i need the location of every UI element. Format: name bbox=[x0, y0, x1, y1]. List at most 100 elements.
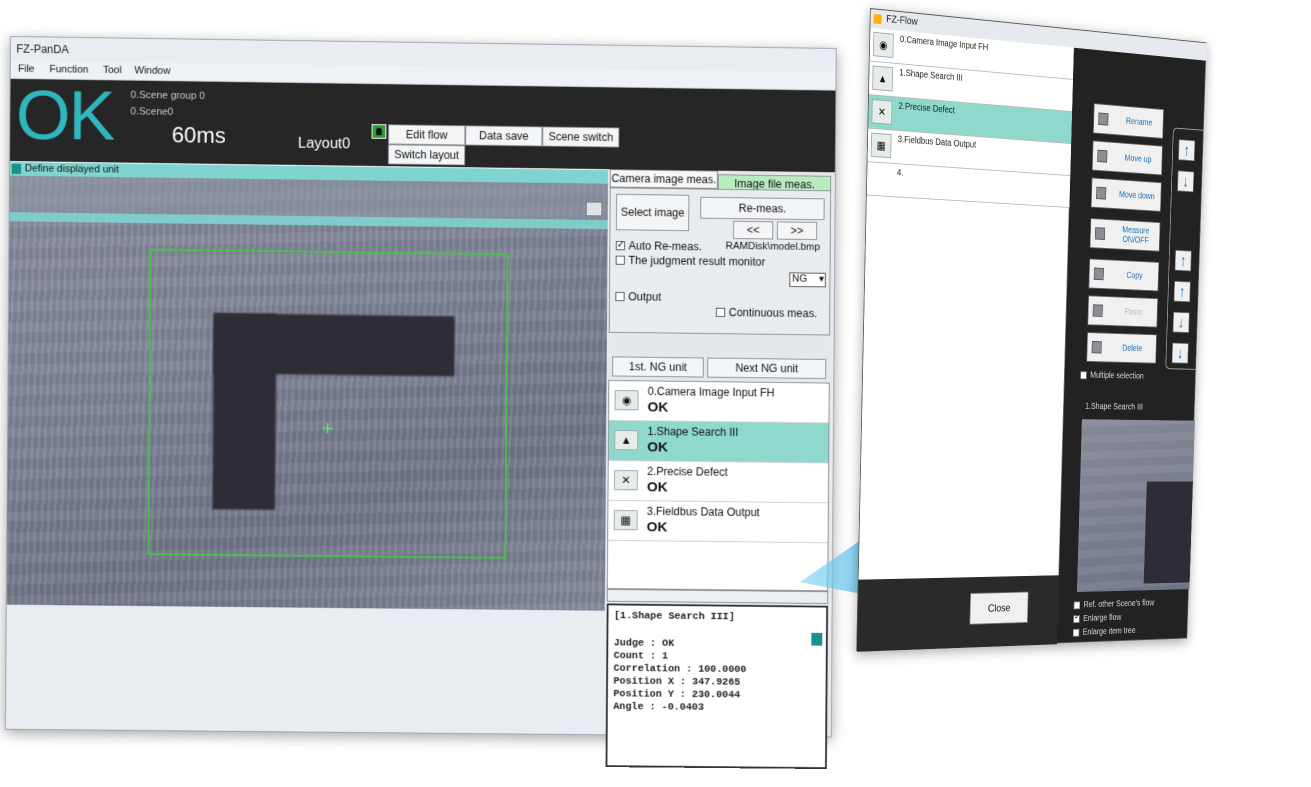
defect-icon: ✕ bbox=[613, 470, 638, 491]
close-button[interactable]: Close bbox=[969, 591, 1029, 625]
menu-file[interactable]: File bbox=[18, 64, 34, 75]
fieldbus-icon: ▦ bbox=[870, 132, 892, 159]
right-panel: Camera image meas. Image file meas. Sele… bbox=[605, 169, 834, 770]
auto-remeas-check[interactable] bbox=[615, 241, 625, 251]
scene-label: 0.Scene0 bbox=[130, 106, 174, 118]
ref-other-scene-checkbox[interactable]: Ref. other Scene's flow bbox=[1073, 598, 1154, 610]
re-meas-button[interactable]: Re-meas. bbox=[700, 196, 825, 221]
move-down-icon bbox=[1096, 186, 1107, 200]
ref-other-check[interactable] bbox=[1073, 601, 1081, 610]
result-line: Count : 1 bbox=[613, 650, 669, 663]
select-image-button[interactable]: Select image bbox=[615, 193, 690, 232]
list-item[interactable]: ▲ 1.Shape Search III OK bbox=[608, 420, 829, 464]
define-unit-label: Define displayed unit bbox=[24, 163, 120, 176]
output-check[interactable] bbox=[615, 291, 625, 302]
camera-icon: ◉ bbox=[614, 390, 639, 411]
measure-onoff-button[interactable]: Measure ON/OFF bbox=[1089, 218, 1161, 252]
tab-camera-image-meas[interactable]: Camera image meas. bbox=[609, 169, 718, 189]
scene-switch-button[interactable]: Scene switch bbox=[542, 126, 620, 148]
flow-item-name: 0.Camera Image Input FH bbox=[899, 34, 989, 54]
paste-button[interactable]: Paste bbox=[1087, 295, 1159, 328]
enlarge-flow-checkbox[interactable]: Enlarge flow bbox=[1073, 612, 1122, 624]
processing-time: 60ms bbox=[171, 123, 226, 149]
flow-frame: FZ-Flow ◉ 0.Camera Image Input FH ▲ 1.Sh… bbox=[856, 8, 1208, 652]
copy-button[interactable]: Copy bbox=[1088, 258, 1160, 292]
flow-title: FZ-Flow bbox=[886, 13, 918, 28]
menu-window[interactable]: Window bbox=[134, 65, 170, 76]
enlarge-flow-check[interactable] bbox=[1073, 615, 1080, 624]
edit-flow-button[interactable]: Edit flow bbox=[388, 124, 466, 146]
camera-icon[interactable] bbox=[585, 201, 603, 217]
monitor-select[interactable]: NG bbox=[789, 272, 826, 288]
menu-tool[interactable]: Tool bbox=[103, 65, 122, 76]
rename-label: Rename bbox=[1125, 116, 1153, 128]
unit-name: 3.Fieldbus Data Output bbox=[646, 504, 760, 519]
next-image-button[interactable]: >> bbox=[776, 221, 818, 241]
menu-function[interactable]: Function bbox=[49, 64, 88, 76]
arrow-down-icon[interactable]: ↓ bbox=[1177, 170, 1195, 193]
judgment-monitor-checkbox[interactable]: The judgment result monitor bbox=[615, 253, 766, 269]
prev-image-button[interactable]: << bbox=[732, 220, 774, 240]
multiple-selection-label: Multiple selection bbox=[1090, 370, 1144, 382]
preview-image bbox=[1076, 419, 1195, 593]
output-checkbox[interactable]: Output bbox=[615, 290, 661, 303]
enlarge-flow-label: Enlarge flow bbox=[1083, 612, 1122, 624]
continuous-label: Continuous meas. bbox=[728, 306, 818, 320]
crosshair-icon: + bbox=[321, 416, 334, 440]
arrow-down-icon[interactable]: ↓ bbox=[1172, 311, 1190, 333]
result-marker bbox=[811, 632, 823, 646]
unit-status: OK bbox=[646, 519, 668, 536]
flow-item-name: 4. bbox=[896, 167, 904, 179]
result-header: [1.Shape Search III] bbox=[613, 610, 735, 623]
arrow-up-icon[interactable]: ↑ bbox=[1173, 280, 1191, 303]
enlarge-itemtree-checkbox[interactable]: Enlarge item tree bbox=[1072, 626, 1136, 638]
enlarge-itemtree-check[interactable] bbox=[1072, 628, 1080, 637]
file-path: RAMDisk\model.bmp bbox=[725, 240, 821, 253]
result-line: Judge : OK bbox=[613, 638, 675, 650]
image-display[interactable]: + bbox=[6, 175, 608, 611]
next-ng-unit-button[interactable]: Next NG unit bbox=[707, 357, 827, 379]
move-up-button[interactable]: Move up bbox=[1091, 140, 1163, 176]
first-ng-unit-button[interactable]: 1st. NG unit bbox=[612, 356, 704, 378]
continuous-checkbox[interactable]: Continuous meas. bbox=[715, 306, 818, 320]
search-region[interactable] bbox=[147, 248, 509, 559]
result-line: Position X : 347.9265 bbox=[613, 676, 741, 689]
layout-label: Layout0 bbox=[297, 135, 351, 153]
unit-status: OK bbox=[646, 479, 668, 496]
flow-bottom-bar: Close bbox=[857, 575, 1060, 652]
arrow-bottom-icon[interactable]: ↓ bbox=[1171, 342, 1189, 364]
switch-layout-button[interactable]: Switch layout bbox=[387, 144, 466, 166]
preview-target-mark bbox=[1143, 481, 1193, 584]
result-line: Angle : -0.0403 bbox=[613, 701, 704, 714]
result-panel: [1.Shape Search III] Judge : OK Count : … bbox=[605, 603, 829, 770]
camera-icon: ◉ bbox=[872, 31, 894, 59]
status-header: OK 0.Scene group 0 0.Scene0 60ms Layout0… bbox=[10, 76, 836, 173]
data-save-button[interactable]: Data save bbox=[465, 125, 543, 147]
multiple-selection-check[interactable] bbox=[1080, 371, 1087, 380]
copy-icon bbox=[1093, 267, 1104, 281]
judgment-monitor-check[interactable] bbox=[615, 255, 625, 265]
user-icon[interactable] bbox=[371, 124, 387, 139]
measurement-options: Select image Re-meas. << >> Auto Re-meas… bbox=[608, 187, 832, 336]
continuous-check[interactable] bbox=[715, 307, 726, 317]
defect-icon: ✕ bbox=[871, 99, 893, 125]
judgment-monitor-label: The judgment result monitor bbox=[628, 253, 766, 269]
arrow-up-icon[interactable]: ↑ bbox=[1178, 139, 1196, 162]
measure-onoff-label: Measure ON/OFF bbox=[1122, 225, 1150, 246]
unit-color-marker bbox=[11, 163, 22, 174]
unit-name: 2.Precise Defect bbox=[647, 464, 728, 479]
unit-name: 1.Shape Search III bbox=[647, 424, 739, 439]
paste-icon bbox=[1092, 304, 1103, 317]
multiple-selection-checkbox[interactable]: Multiple selection bbox=[1080, 370, 1144, 381]
delete-button[interactable]: Delete bbox=[1086, 332, 1157, 364]
arrow-top-icon[interactable]: ↑ bbox=[1174, 249, 1192, 272]
result-line: Correlation : 100.0000 bbox=[613, 663, 747, 676]
list-item[interactable]: ◉ 0.Camera Image Input FH OK bbox=[608, 380, 829, 424]
delete-label: Delete bbox=[1122, 343, 1143, 354]
rename-button[interactable]: Rename bbox=[1092, 103, 1164, 139]
unit-status: OK bbox=[647, 439, 668, 456]
flow-window: FZ-Flow ◉ 0.Camera Image Input FH ▲ 1.Sh… bbox=[856, 8, 1208, 652]
auto-remeas-checkbox[interactable]: Auto Re-meas. bbox=[615, 239, 702, 253]
move-down-button[interactable]: Move down bbox=[1090, 177, 1162, 212]
measure-onoff-icon bbox=[1094, 227, 1106, 240]
